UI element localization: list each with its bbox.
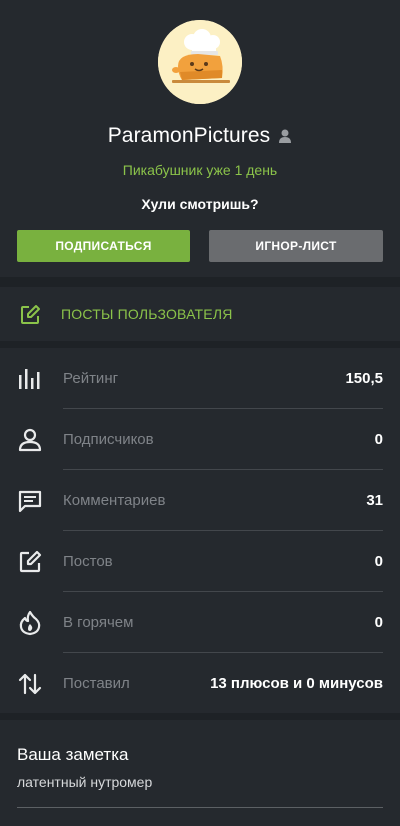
profile-page: ParamonPictures Пикабушник уже 1 день Ху… [0, 0, 400, 826]
stat-label: Подписчиков [63, 431, 154, 448]
note-title: Ваша заметка [17, 745, 129, 764]
avatar[interactable] [158, 20, 242, 104]
stat-subscribers: Подписчиков 0 [0, 409, 400, 470]
posts-icon [17, 549, 43, 575]
member-since: Пикабушник уже 1 день [122, 162, 278, 178]
user-posts-link[interactable]: ПОСТЫ ПОЛЬЗОВАТЕЛЯ [0, 287, 400, 341]
chef-bun-avatar-icon [158, 20, 242, 104]
stats-list: Рейтинг 150,5 Подписчиков 0 Комментариев… [0, 348, 400, 713]
stat-votes: Поставил 13 плюсов и 0 минусов [0, 653, 400, 714]
user-icon [278, 128, 292, 144]
stat-value: 31 [366, 492, 383, 509]
user-note[interactable]: Ваша заметка латентный нутромер [0, 720, 400, 826]
stat-rating: Рейтинг 150,5 [0, 348, 400, 409]
stat-label: В горячем [63, 614, 134, 631]
votes-icon [17, 671, 43, 697]
stat-value: 150,5 [345, 370, 383, 387]
stat-value: 0 [374, 553, 383, 570]
note-text[interactable]: латентный нутромер [17, 774, 152, 790]
stat-value: 0 [374, 614, 383, 631]
edit-icon [19, 304, 41, 326]
stat-value: 13 плюсов и 0 минусов [210, 675, 383, 692]
username: ParamonPictures [107, 124, 271, 147]
ignore-list-button[interactable]: ИГНОР-ЛИСТ [209, 230, 383, 262]
user-posts-label: ПОСТЫ ПОЛЬЗОВАТЕЛЯ [61, 306, 233, 322]
rating-icon [17, 366, 43, 392]
stat-label: Комментариев [63, 492, 166, 509]
subscribe-button[interactable]: ПОДПИСАТЬСЯ [17, 230, 190, 262]
subscribers-icon [17, 427, 43, 453]
stat-hot: В горячем 0 [0, 592, 400, 653]
stat-value: 0 [374, 431, 383, 448]
stat-comments: Комментариев 31 [0, 470, 400, 531]
comments-icon [17, 488, 43, 514]
hot-icon [17, 610, 43, 636]
note-underline [17, 807, 383, 808]
profile-status: Хули смотришь? [141, 196, 259, 212]
profile-header: ParamonPictures Пикабушник уже 1 день Ху… [0, 0, 400, 277]
stat-label: Постов [63, 553, 113, 570]
stat-label: Поставил [63, 675, 130, 692]
stat-label: Рейтинг [63, 370, 119, 387]
stat-posts: Постов 0 [0, 531, 400, 592]
username-row: ParamonPictures [0, 122, 400, 150]
